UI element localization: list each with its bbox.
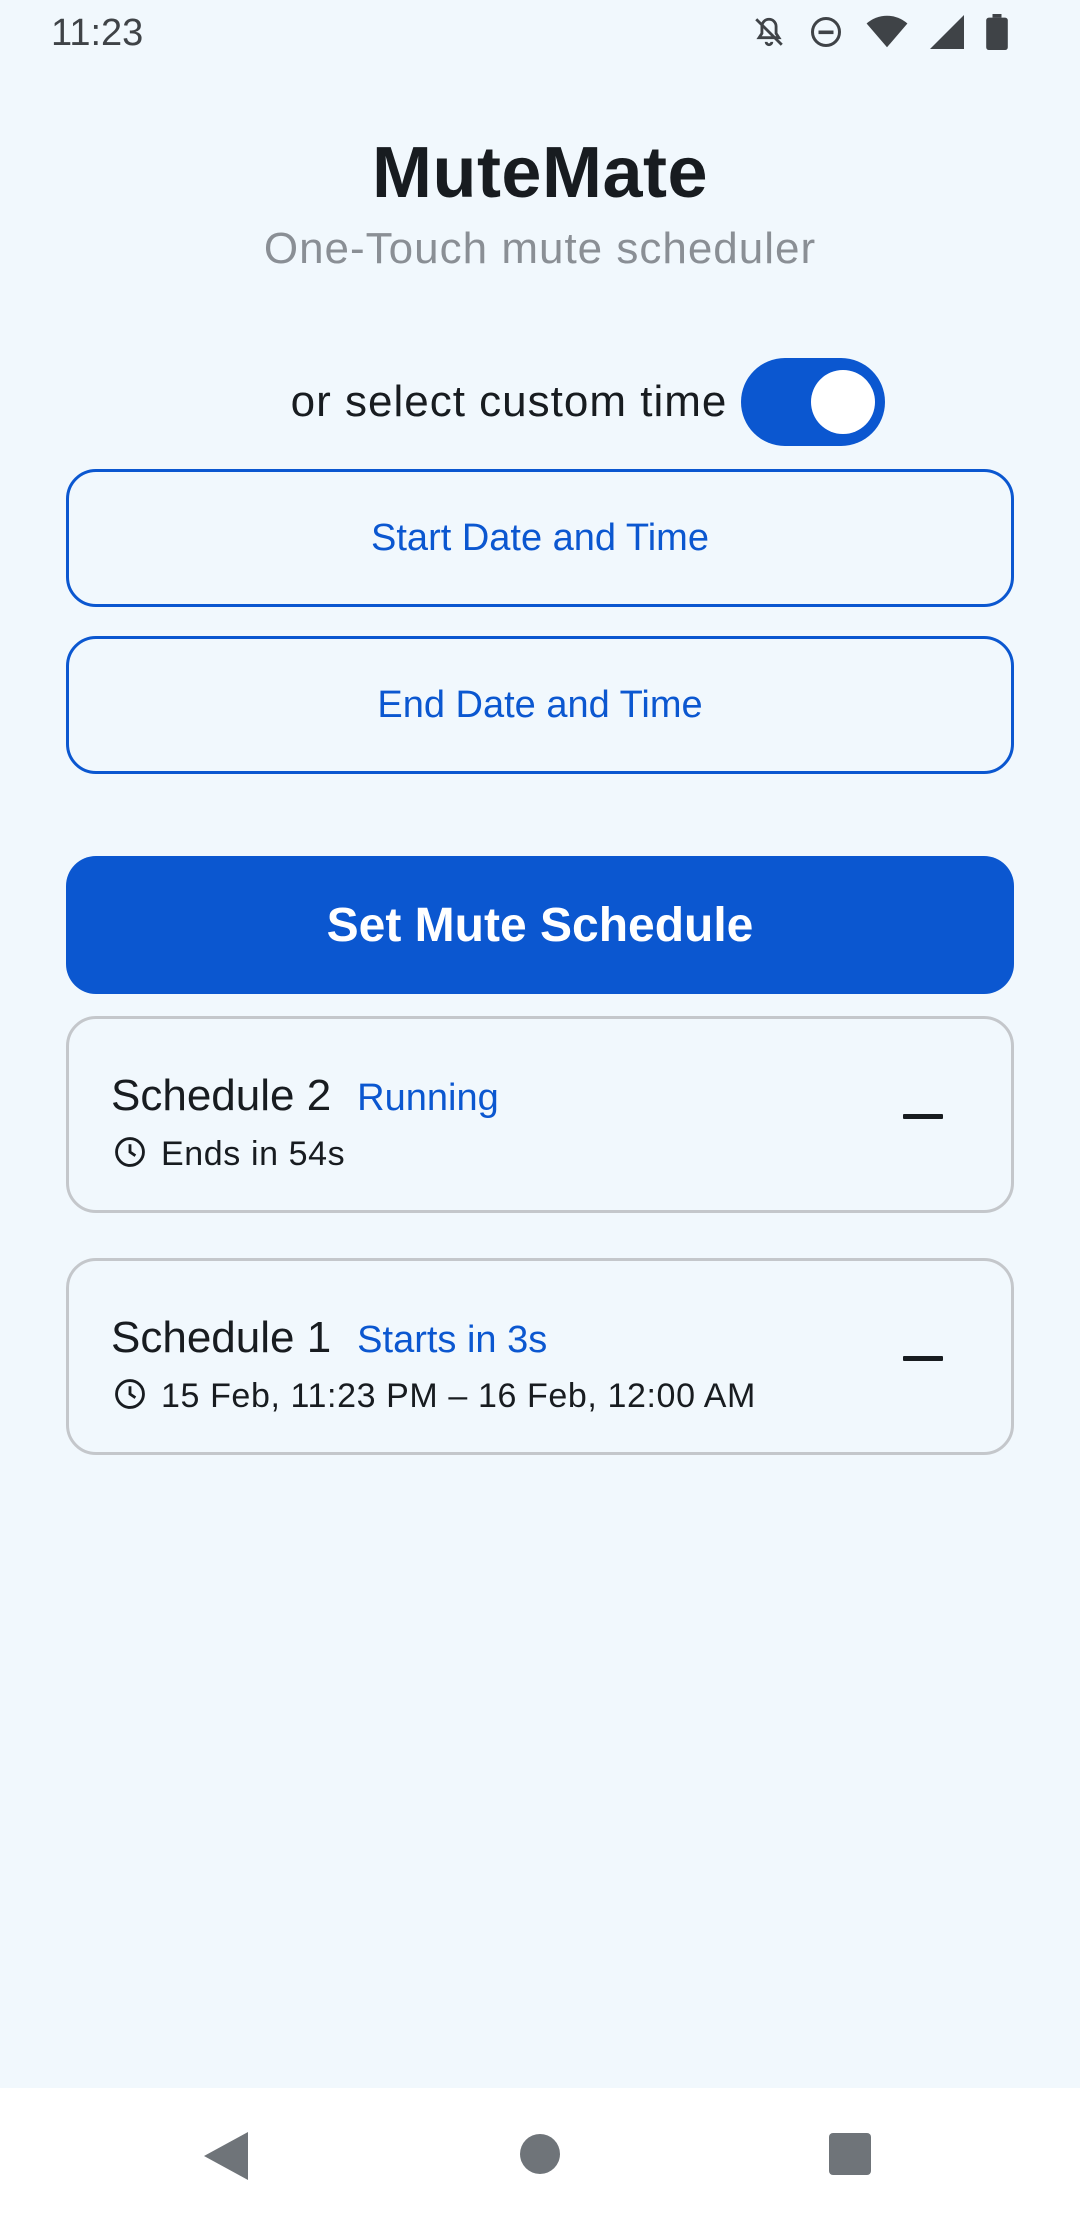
schedule-detail-row: Ends in 54s xyxy=(113,1135,345,1174)
start-date-time-button[interactable]: Start Date and Time xyxy=(66,469,1014,607)
battery-icon xyxy=(986,14,1008,50)
remove-schedule-button[interactable] xyxy=(897,1343,949,1373)
clock-icon xyxy=(113,1377,147,1416)
schedule-detail-row: 15 Feb, 11:23 PM – 16 Feb, 12:00 AM xyxy=(113,1377,756,1416)
custom-time-row: or select custom time xyxy=(0,358,1080,446)
app-subtitle: One-Touch mute scheduler xyxy=(263,224,817,273)
clock-icon xyxy=(113,1135,147,1174)
schedule-title: Schedule 1 xyxy=(111,1313,332,1362)
signal-icon xyxy=(930,15,964,49)
schedule-detail: 15 Feb, 11:23 PM – 16 Feb, 12:00 AM xyxy=(161,1377,756,1415)
wifi-icon xyxy=(866,15,908,49)
schedule-title: Schedule 2 xyxy=(111,1071,332,1120)
end-date-time-button[interactable]: End Date and Time xyxy=(66,636,1014,774)
status-time: 11:23 xyxy=(51,12,144,54)
minus-icon xyxy=(903,1113,943,1119)
app-title: MuteMate xyxy=(371,133,708,213)
status-icons xyxy=(752,14,1008,50)
status-bar: 11:23 xyxy=(0,0,1080,66)
schedule-header: Schedule 2 Running xyxy=(111,1071,499,1121)
do-not-disturb-icon xyxy=(808,14,844,50)
recents-icon[interactable] xyxy=(829,2133,871,2175)
schedule-header: Schedule 1 Starts in 3s xyxy=(111,1313,547,1363)
home-icon[interactable] xyxy=(520,2134,560,2174)
schedule-card: Schedule 1 Starts in 3s 15 Feb, 11:23 PM… xyxy=(66,1258,1014,1455)
schedule-status: Starts in 3s xyxy=(357,1319,548,1361)
back-icon[interactable] xyxy=(204,2132,248,2185)
bell-off-icon xyxy=(752,14,786,50)
screen: 11:23 MuteMate One-Touch mute scheduler … xyxy=(0,0,1080,2220)
custom-time-label: or select custom time xyxy=(290,377,728,426)
custom-time-toggle[interactable] xyxy=(741,358,886,446)
navigation-bar xyxy=(0,2088,1080,2220)
schedule-card: Schedule 2 Running Ends in 54s xyxy=(66,1016,1014,1213)
schedule-status: Running xyxy=(357,1077,499,1119)
schedule-detail: Ends in 54s xyxy=(161,1135,346,1173)
remove-schedule-button[interactable] xyxy=(897,1101,949,1131)
set-mute-schedule-button[interactable]: Set Mute Schedule xyxy=(66,856,1014,994)
minus-icon xyxy=(903,1355,943,1361)
toggle-thumb xyxy=(811,370,876,434)
